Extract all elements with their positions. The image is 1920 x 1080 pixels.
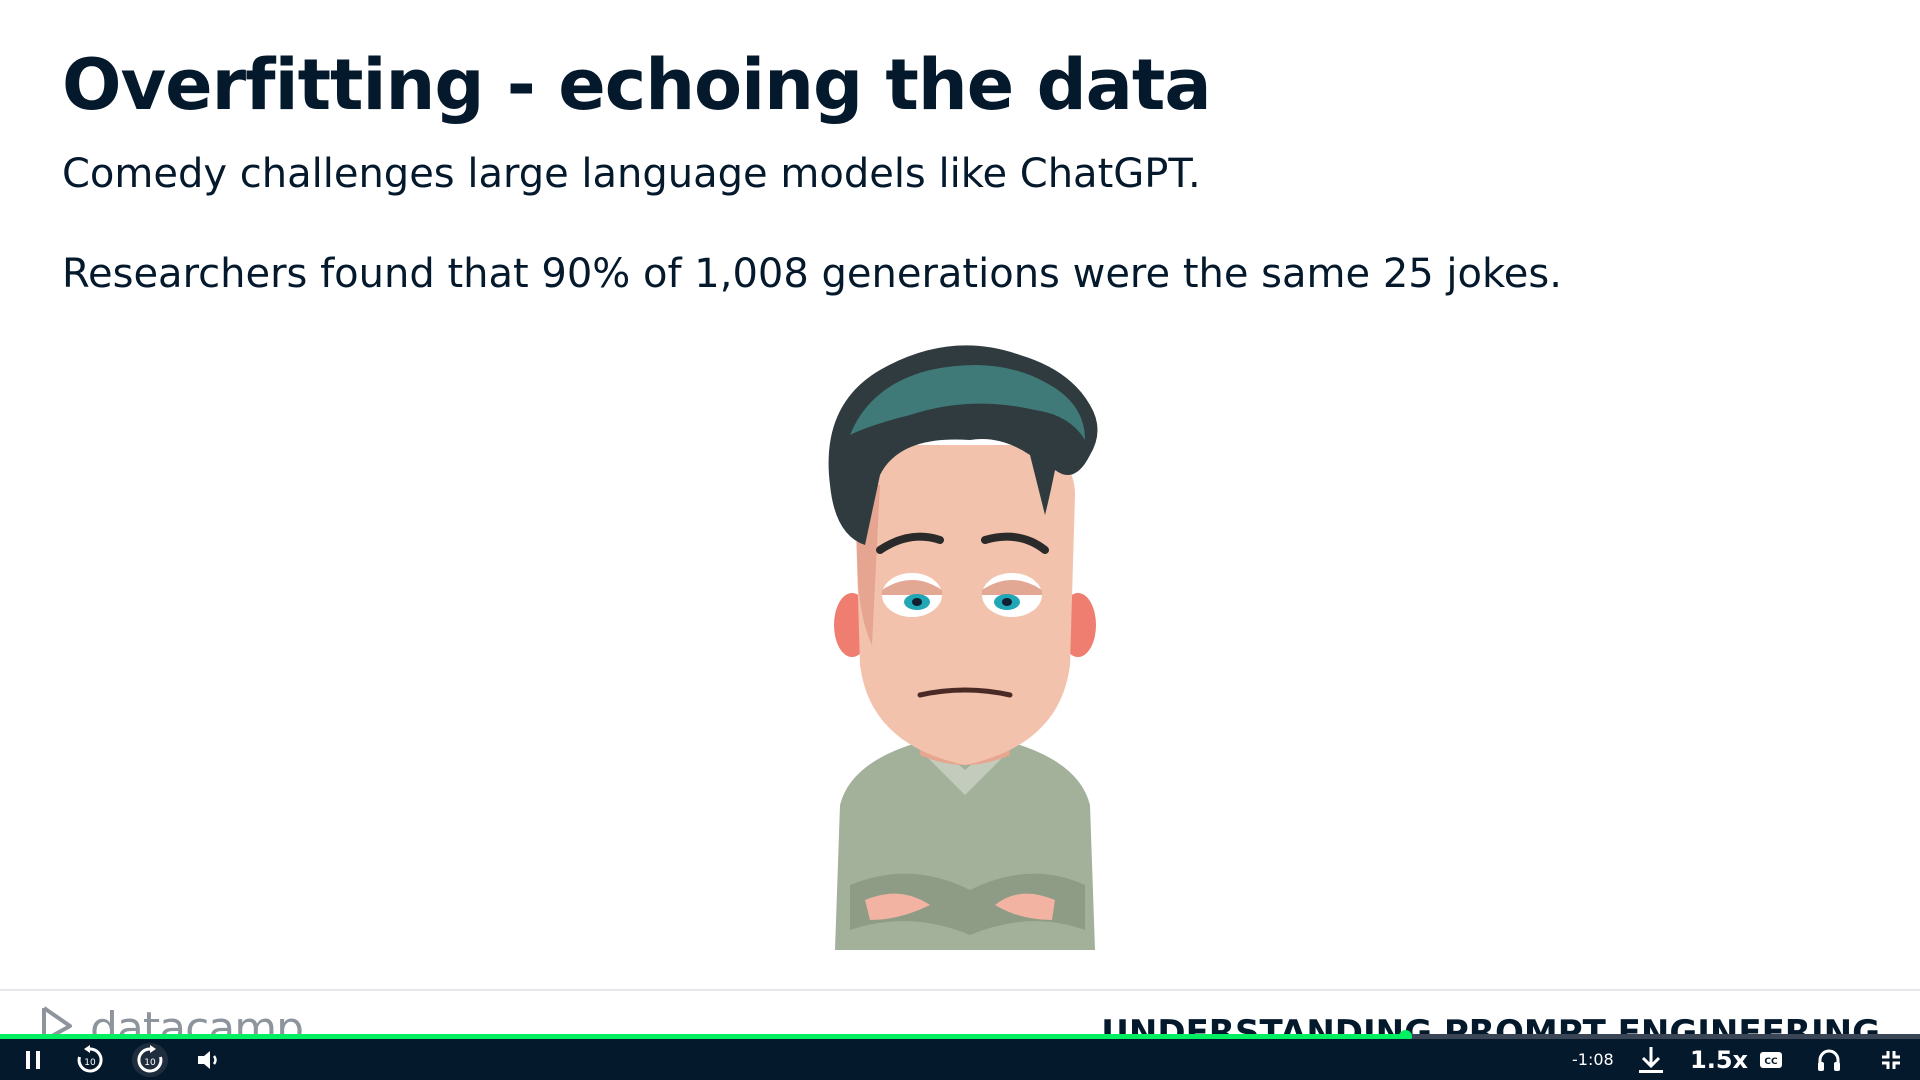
pause-icon xyxy=(26,1051,40,1069)
bored-cartoon-man-illustration xyxy=(828,345,1098,950)
slide: Overfitting - echoing the data Comedy ch… xyxy=(0,0,1920,1036)
course-title: UNDERSTANDING PROMPT ENGINEERING xyxy=(1101,1013,1880,1036)
footer-divider xyxy=(0,989,1920,991)
download-button[interactable] xyxy=(1634,1043,1668,1077)
svg-text:10: 10 xyxy=(144,1058,156,1068)
slide-text-line-1: Comedy challenges large language models … xyxy=(62,151,1201,197)
playback-speed-button[interactable]: 1.5x xyxy=(1690,1045,1748,1075)
slide-title: Overfitting - echoing the data xyxy=(62,44,1212,126)
slide-text-line-2: Researchers found that 90% of 1,008 gene… xyxy=(62,251,1562,297)
rewind-10-icon: 10 xyxy=(77,1045,103,1073)
volume-button[interactable] xyxy=(194,1043,224,1077)
svg-text:10: 10 xyxy=(84,1058,96,1068)
exit-fullscreen-button[interactable] xyxy=(1876,1043,1906,1077)
captions-button[interactable]: CC xyxy=(1756,1043,1786,1077)
time-remaining: -1:08 xyxy=(1572,1050,1614,1069)
player-controls: 10 10 -1:08 1.5x CC xyxy=(0,1039,1920,1080)
captions-icon: CC xyxy=(1760,1052,1782,1068)
forward-10-icon: 10 xyxy=(137,1045,163,1073)
datacamp-logo: datacamp xyxy=(40,1003,304,1037)
download-icon xyxy=(1639,1047,1663,1073)
volume-icon xyxy=(198,1051,217,1069)
forward-10-button[interactable]: 10 xyxy=(132,1043,168,1077)
rewind-10-button[interactable]: 10 xyxy=(72,1043,108,1077)
audio-only-button[interactable] xyxy=(1812,1043,1846,1077)
headphones-icon xyxy=(1818,1049,1840,1071)
datacamp-logo-icon xyxy=(42,1006,72,1036)
exit-fullscreen-icon xyxy=(1882,1051,1900,1069)
datacamp-logo-text: datacamp xyxy=(90,1003,304,1037)
svg-text:CC: CC xyxy=(1764,1057,1778,1067)
pause-button[interactable] xyxy=(18,1043,48,1077)
